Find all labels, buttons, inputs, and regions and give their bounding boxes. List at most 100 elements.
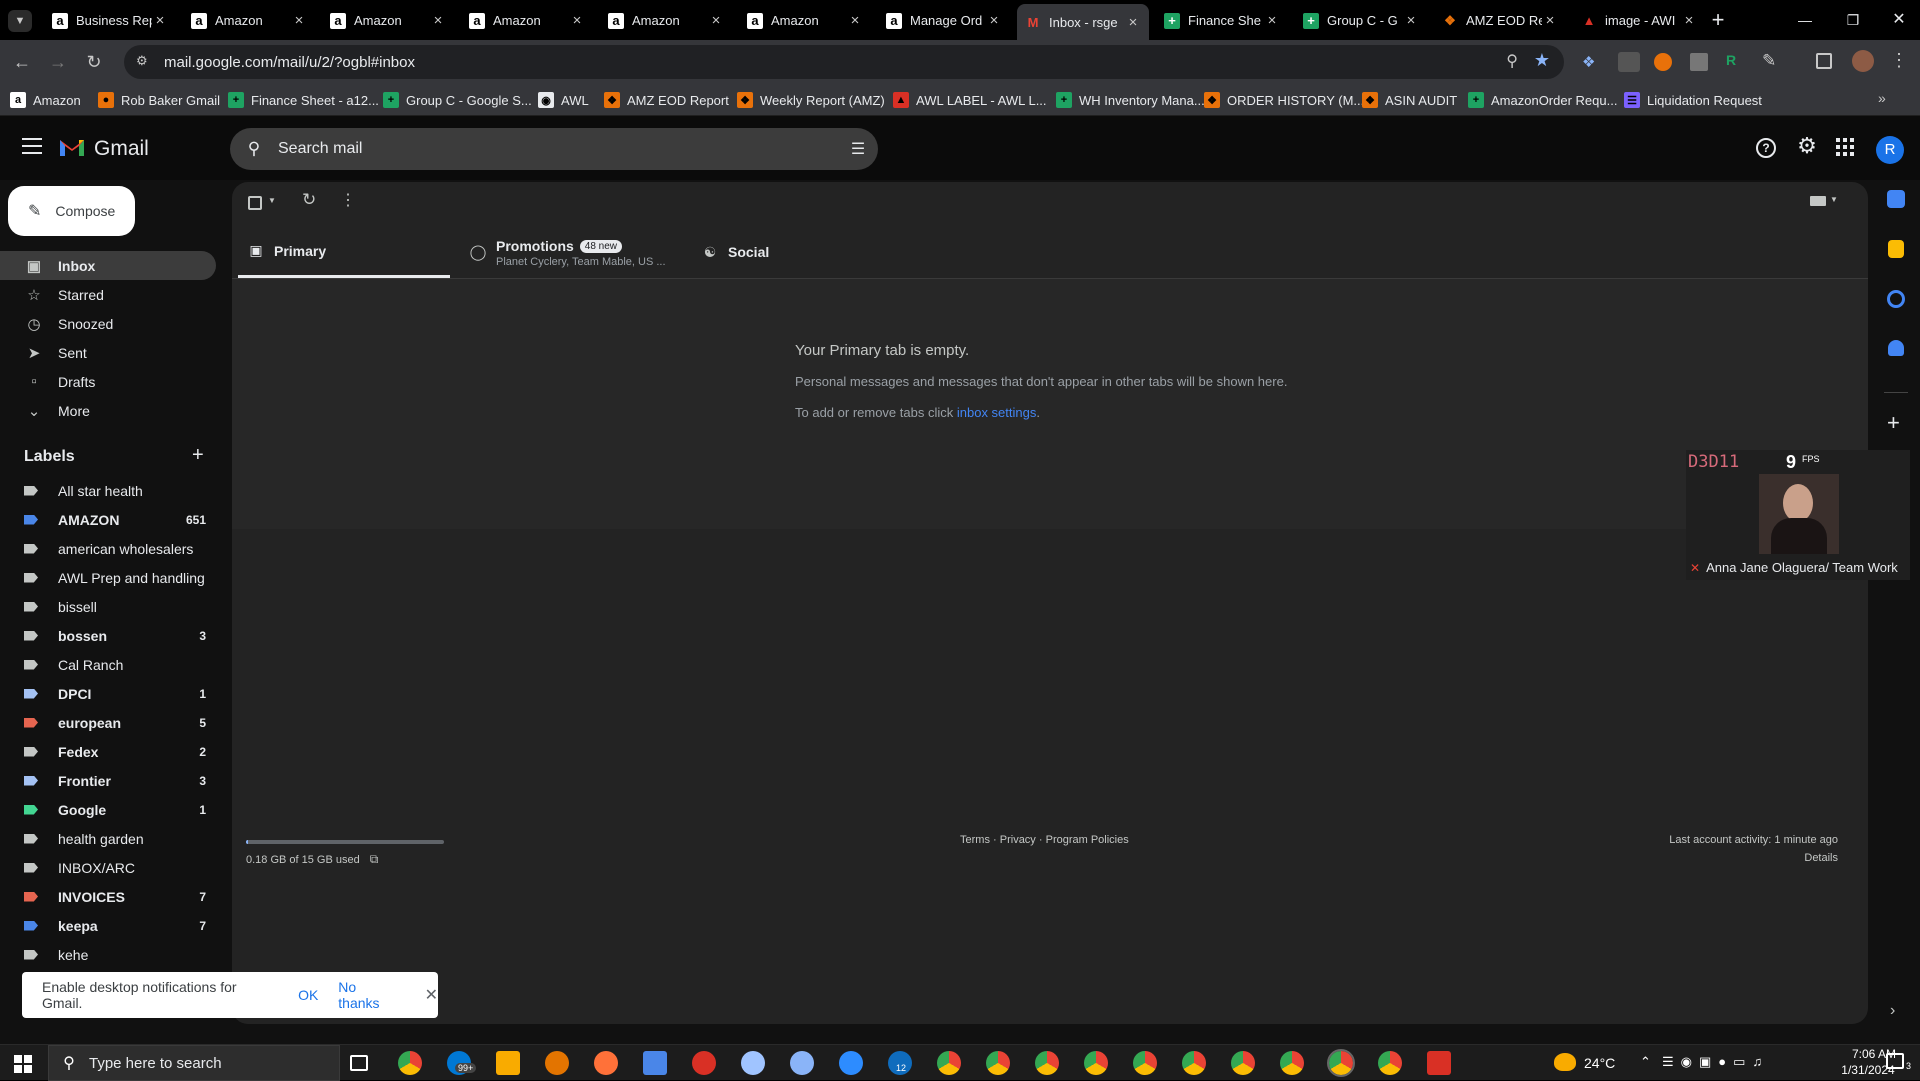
- settings-gear-icon[interactable]: ⚙: [1795, 134, 1819, 158]
- calendar-icon[interactable]: [1887, 190, 1905, 208]
- taskbar-firefox-icon[interactable]: [594, 1051, 618, 1075]
- label-item[interactable]: european 5: [0, 708, 216, 737]
- label-item[interactable]: DPCI 1: [0, 679, 216, 708]
- close-tab-icon[interactable]: ×: [1681, 12, 1697, 29]
- browser-tab[interactable]: M Inbox - rsge ×: [1017, 4, 1149, 40]
- help-icon[interactable]: ?: [1756, 138, 1776, 158]
- close-window-button[interactable]: ✕: [1884, 0, 1914, 40]
- bookmark-item[interactable]: ☰ Liquidation Request: [1624, 90, 1762, 110]
- browser-tab[interactable]: a Amazon ×: [322, 6, 454, 35]
- taskbar-search-input[interactable]: Type here to search: [89, 1055, 222, 1072]
- bookmark-item[interactable]: ● Rob Baker Gmail: [98, 90, 220, 110]
- taskbar-chrome-icon[interactable]: [1133, 1051, 1157, 1075]
- label-item[interactable]: All star health: [0, 476, 216, 505]
- extensions-puzzle-icon[interactable]: ✎: [1762, 51, 1782, 71]
- forward-icon[interactable]: →: [46, 50, 70, 74]
- browser-tab[interactable]: a Amazon ×: [600, 6, 732, 35]
- taskbar-photos-icon[interactable]: [545, 1051, 569, 1075]
- bookmarks-overflow-icon[interactable]: »: [1878, 90, 1886, 106]
- nav-item-inbox[interactable]: ▣ Inbox: [0, 251, 216, 280]
- main-menu-icon[interactable]: [22, 138, 42, 154]
- task-view-icon[interactable]: [350, 1055, 368, 1071]
- browser-tab[interactable]: ❖ AMZ EOD Re ×: [1434, 6, 1566, 35]
- tab-promotions[interactable]: ◯ Promotions 48 new Planet Cyclery, Team…: [460, 226, 672, 278]
- network-icon[interactable]: ☰: [1662, 1054, 1681, 1069]
- browser-tab[interactable]: + Finance She ×: [1156, 6, 1288, 35]
- new-tab-button[interactable]: +: [1704, 6, 1732, 34]
- label-item[interactable]: Cal Ranch: [0, 650, 216, 679]
- taskbar-chrome-icon[interactable]: [986, 1051, 1010, 1075]
- profile-avatar[interactable]: [1852, 50, 1874, 72]
- extension-icon-5[interactable]: R: [1726, 52, 1744, 70]
- label-item[interactable]: keepa 7: [0, 911, 216, 940]
- account-avatar[interactable]: R: [1876, 136, 1904, 164]
- gmail-logo-icon[interactable]: [58, 136, 86, 158]
- close-tab-icon[interactable]: ×: [708, 12, 724, 29]
- label-item[interactable]: Google 1: [0, 795, 216, 824]
- notification-no-thanks-button[interactable]: No thanks: [338, 979, 400, 1011]
- nav-item-more[interactable]: ⌄ More: [0, 396, 216, 425]
- wifi-icon[interactable]: ◉: [1681, 1054, 1699, 1069]
- label-item[interactable]: bossen 3: [0, 621, 216, 650]
- add-label-icon[interactable]: +: [192, 444, 204, 467]
- weather-icon[interactable]: [1554, 1053, 1576, 1071]
- browser-tab[interactable]: ▲ image - AWI ×: [1573, 6, 1705, 35]
- search-icon[interactable]: ⚲: [230, 139, 278, 159]
- label-item[interactable]: bissell: [0, 592, 216, 621]
- activity-details-link[interactable]: Details: [1804, 852, 1838, 864]
- side-panel-icon[interactable]: [1816, 53, 1832, 69]
- input-tools-icon[interactable]: [1810, 196, 1826, 206]
- label-item[interactable]: INVOICES 7: [0, 882, 216, 911]
- taskbar-chrome-icon[interactable]: [1378, 1051, 1402, 1075]
- search-bar[interactable]: ⚲ Search mail ☰: [230, 128, 878, 170]
- weather-temp[interactable]: 24°C: [1584, 1055, 1615, 1071]
- input-tools-dropdown-icon[interactable]: ▼: [1830, 195, 1838, 204]
- program-policies-link[interactable]: Program Policies: [1046, 834, 1129, 846]
- close-tab-icon[interactable]: ×: [1403, 12, 1419, 29]
- bookmark-item[interactable]: ❖ Weekly Report (AMZ): [737, 90, 885, 110]
- taskbar-chrome-icon[interactable]: [1182, 1051, 1206, 1075]
- taskbar-chrome-icon[interactable]: [937, 1051, 961, 1075]
- taskbar-calculator-icon[interactable]: [643, 1051, 667, 1075]
- taskbar-chrome-icon[interactable]: [1084, 1051, 1108, 1075]
- more-actions-icon[interactable]: ⋮: [340, 190, 356, 210]
- privacy-link[interactable]: Privacy: [1000, 834, 1036, 846]
- webcam-icon[interactable]: ▣: [1699, 1054, 1718, 1069]
- browser-tab[interactable]: + Group C - G ×: [1295, 6, 1427, 35]
- tray-overflow-icon[interactable]: ⌃: [1640, 1054, 1651, 1070]
- bookmark-item[interactable]: + AmazonOrder Requ...: [1468, 90, 1617, 110]
- zoom-icon[interactable]: ⚲: [1506, 51, 1518, 71]
- nav-item-snoozed[interactable]: ◷ Snoozed: [0, 309, 216, 338]
- tasks-icon[interactable]: [1887, 290, 1905, 308]
- video-call-overlay[interactable]: D3D11 9 FPS ✕ Anna Jane Olaguera/ Team W…: [1686, 450, 1910, 580]
- browser-tab[interactable]: a Manage Ord ×: [878, 6, 1010, 35]
- open-storage-icon[interactable]: ⧉: [370, 852, 379, 867]
- get-addons-icon[interactable]: +: [1887, 410, 1900, 436]
- contacts-icon[interactable]: [1888, 340, 1904, 356]
- back-icon[interactable]: ←: [10, 50, 34, 74]
- label-item[interactable]: AWL Prep and handling: [0, 563, 216, 592]
- label-item[interactable]: kehe: [0, 940, 216, 969]
- battery-icon[interactable]: ▭: [1733, 1054, 1752, 1069]
- taskbar-notepad-icon[interactable]: [790, 1051, 814, 1075]
- volume-icon[interactable]: ♫: [1752, 1054, 1769, 1069]
- address-bar[interactable]: ⚙ mail.google.com/mail/u/2/?ogbl#inbox ⚲…: [124, 45, 1564, 79]
- bookmark-item[interactable]: ◉ AWL: [538, 90, 589, 110]
- close-tab-icon[interactable]: ×: [569, 12, 585, 29]
- label-item[interactable]: AMAZON 651: [0, 505, 216, 534]
- tab-social[interactable]: ☯ Social: [692, 226, 892, 278]
- label-item[interactable]: Frontier 3: [0, 766, 216, 795]
- select-all-checkbox[interactable]: [248, 196, 262, 210]
- label-item[interactable]: health garden: [0, 824, 216, 853]
- notification-ok-button[interactable]: OK: [298, 987, 318, 1003]
- bookmark-item[interactable]: + WH Inventory Mana...: [1056, 90, 1205, 110]
- search-options-icon[interactable]: ☰: [838, 139, 878, 159]
- close-tab-icon[interactable]: ×: [847, 12, 863, 29]
- gmail-logo-text[interactable]: Gmail: [94, 137, 149, 161]
- browser-tab[interactable]: a Amazon ×: [183, 6, 315, 35]
- taskbar-search-box[interactable]: ⚲ Type here to search: [48, 1045, 340, 1081]
- bookmark-star-icon[interactable]: ★: [1534, 50, 1550, 71]
- taskbar-file-explorer-icon[interactable]: [496, 1051, 520, 1075]
- extension-icon-4[interactable]: [1690, 53, 1708, 71]
- keep-icon[interactable]: [1888, 240, 1904, 258]
